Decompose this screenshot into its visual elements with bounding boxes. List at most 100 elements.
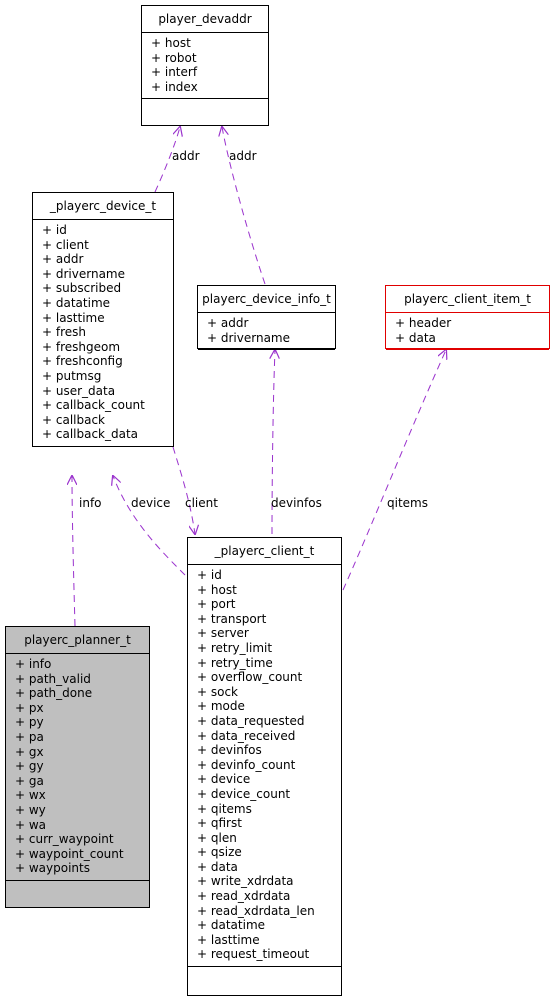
edge-qitems	[342, 350, 446, 591]
attribute-item: + info	[15, 657, 52, 671]
attribute-item: + freshconfig	[42, 354, 123, 369]
class-playerc-client-item-t[interactable]: playerc_client_item_t + header + data	[385, 285, 550, 351]
method-list	[188, 967, 341, 989]
attribute-list: + info + path_valid + path_done + px + py + p…	[6, 654, 149, 881]
attribute-item: + data	[197, 859, 238, 874]
attribute-item: + lasttime	[42, 310, 105, 325]
attribute-item: + waypoint_count	[15, 846, 124, 861]
edge-label-client: client	[185, 496, 218, 510]
attribute-item: + index	[151, 79, 198, 94]
attribute-list: + addr + drivername	[198, 313, 335, 351]
class-title: playerc_device_info_t	[198, 286, 335, 313]
attribute-item: + gx	[15, 744, 44, 759]
attribute-item: + host	[151, 36, 191, 50]
attribute-item: + data_received	[197, 728, 296, 743]
attribute-item: + curr_waypoint	[15, 832, 114, 847]
attribute-item: + data	[395, 330, 436, 345]
attribute-item: + drivername	[207, 330, 290, 345]
edge-label-addr: addr	[229, 149, 257, 163]
attribute-item: + write_xdrdata	[197, 874, 294, 889]
attribute-item: + host	[197, 582, 237, 597]
attribute-item: + devinfos	[197, 743, 262, 758]
attribute-item: + mode	[197, 699, 245, 714]
method-list	[142, 99, 268, 121]
edge-label-qitems: qitems	[387, 496, 428, 510]
method-list	[6, 881, 149, 903]
attribute-item: + client	[42, 237, 89, 252]
attribute-item: + port	[197, 597, 236, 612]
attribute-list: + host + robot + interf + index	[142, 33, 268, 100]
attribute-item: + addr	[42, 252, 84, 267]
class-player-devaddr[interactable]: player_devaddr + host + robot + interf + in…	[141, 5, 269, 126]
method-list	[386, 350, 549, 364]
attribute-item: + pa	[15, 729, 44, 744]
attribute-item: + lasttime	[197, 932, 260, 947]
class-playerc-device-t[interactable]: _playerc_device_t + id + client + addr + dr…	[32, 192, 174, 447]
attribute-item: + id	[42, 223, 67, 237]
attribute-item: + id	[197, 568, 222, 582]
class-playerc-planner-t[interactable]: playerc_planner_t + info + path_valid + pa…	[5, 626, 150, 908]
attribute-item: + datatime	[197, 918, 266, 933]
attribute-item: + drivername	[42, 266, 125, 281]
attribute-item: + read_xdrdata	[197, 889, 291, 904]
attribute-item: + interf	[151, 65, 198, 80]
attribute-item: + callback_data	[42, 427, 139, 442]
edge-label-addr: addr	[172, 149, 200, 163]
attribute-item: + transport	[197, 611, 267, 626]
attribute-item: + device	[197, 772, 251, 787]
edge-label-info: info	[79, 496, 102, 510]
edge-client	[172, 446, 195, 534]
attribute-item: + addr	[207, 316, 249, 330]
attribute-item: + server	[197, 626, 249, 641]
attribute-item: + request_timeout	[197, 947, 310, 962]
edge-device	[113, 476, 186, 576]
attribute-list: + header + data	[386, 313, 549, 351]
attribute-item: + path_valid	[15, 671, 91, 686]
class-title: _playerc_device_t	[33, 193, 173, 220]
class-playerc-device-info-t[interactable]: playerc_device_info_t + addr + drivername	[197, 285, 336, 351]
attribute-item: + devinfo_count	[197, 757, 296, 772]
attribute-item: + wy	[15, 802, 46, 817]
method-list	[198, 350, 335, 364]
attribute-item: + qsize	[197, 845, 242, 860]
attribute-item: + px	[15, 700, 44, 715]
class-title: _playerc_client_t	[188, 538, 341, 565]
attribute-item: + qitems	[197, 801, 252, 816]
attribute-item: + robot	[151, 50, 197, 65]
method-list	[33, 447, 173, 469]
attribute-item: + retry_time	[197, 655, 273, 670]
attribute-item: + overflow_count	[197, 670, 303, 685]
attribute-item: + ga	[15, 773, 44, 788]
attribute-item: + data_requested	[197, 713, 305, 728]
class-title: playerc_client_item_t	[386, 286, 549, 313]
attribute-item: + path_done	[15, 686, 93, 701]
attribute-list: + id + client + addr + drivername + subscrib…	[33, 220, 173, 447]
attribute-item: + header	[395, 316, 452, 330]
edge-info	[72, 476, 75, 627]
attribute-item: + waypoints	[15, 861, 90, 876]
attribute-item: + datatime	[42, 295, 111, 310]
class-title: player_devaddr	[142, 6, 268, 33]
attribute-list: + id + host + port + transport + server + ret…	[188, 565, 341, 968]
attribute-item: + wx	[15, 788, 46, 803]
attribute-item: + freshgeom	[42, 339, 121, 354]
class-title: playerc_planner_t	[6, 627, 149, 654]
attribute-item: + sock	[197, 684, 239, 699]
attribute-item: + callback_count	[42, 398, 145, 413]
attribute-item: + retry_limit	[197, 640, 273, 655]
edge-label-device: device	[131, 496, 171, 510]
attribute-item: + gy	[15, 759, 44, 774]
attribute-item: + read_xdrdata_len	[197, 903, 315, 918]
attribute-item: + callback	[42, 412, 106, 427]
attribute-item: + user_data	[42, 383, 116, 398]
attribute-item: + wa	[15, 817, 47, 832]
attribute-item: + putmsg	[42, 368, 102, 383]
attribute-item: + subscribed	[42, 281, 122, 296]
attribute-item: + fresh	[42, 325, 87, 340]
edge-label-devinfos: devinfos	[271, 496, 322, 510]
attribute-item: + qfirst	[197, 816, 242, 831]
attribute-item: + qlen	[197, 830, 237, 845]
class-playerc-client-t[interactable]: _playerc_client_t + id + host + port + tran…	[187, 537, 342, 996]
attribute-item: + py	[15, 715, 44, 730]
attribute-item: + device_count	[197, 786, 291, 801]
